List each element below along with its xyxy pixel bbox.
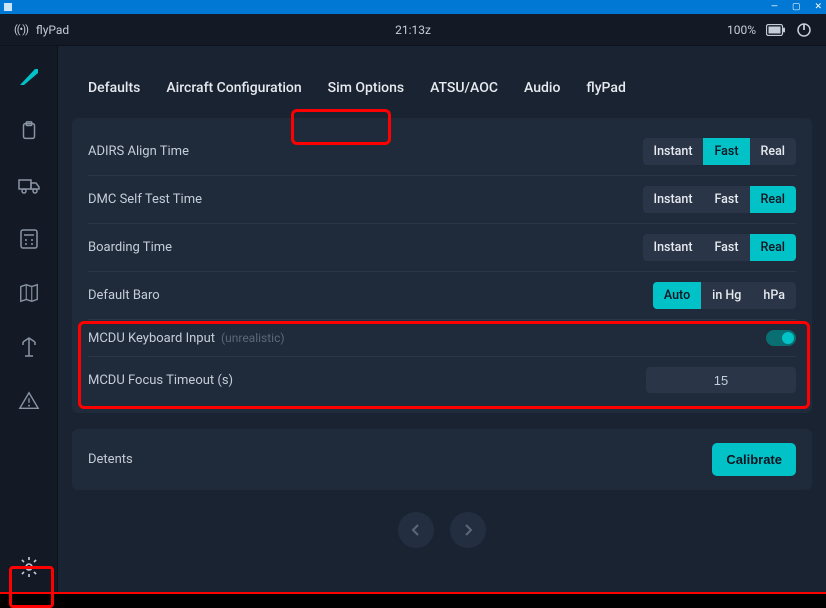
adirs-real[interactable]: Real	[750, 138, 797, 165]
clock: 21:13z	[395, 23, 431, 37]
mcdu-kb-hint: (unrealistic)	[221, 331, 285, 345]
tab-atsu-aoc[interactable]: ATSU/AOC	[420, 72, 508, 104]
tab-audio[interactable]: Audio	[514, 72, 570, 104]
gear-icon[interactable]	[16, 554, 42, 580]
tab-aircraft-config[interactable]: Aircraft Configuration	[156, 72, 311, 104]
settings-content: ADIRS Align Time Instant Fast Real DMC S…	[72, 118, 812, 413]
main-panel: Defaults Aircraft Configuration Sim Opti…	[58, 46, 826, 594]
tab-defaults[interactable]: Defaults	[78, 72, 150, 104]
app-title: flyPad	[36, 23, 69, 37]
baro-inhg[interactable]: in Hg	[701, 282, 752, 309]
row-mcdu-keyboard: MCDU Keyboard Input (unrealistic)	[88, 320, 796, 357]
mcdu-kb-toggle[interactable]	[766, 330, 796, 346]
battery-percent: 100%	[727, 23, 756, 37]
pager-prev[interactable]	[398, 512, 434, 548]
tab-flypad[interactable]: flyPad	[576, 72, 635, 104]
minimize-button[interactable]: —	[771, 3, 778, 12]
row-baro: Default Baro Auto in Hg hPa	[88, 272, 796, 320]
mcdu-kb-label: MCDU Keyboard Input (unrealistic)	[88, 331, 285, 346]
pager-next[interactable]	[450, 512, 486, 548]
power-icon[interactable]	[796, 22, 812, 38]
dmc-label: DMC Self Test Time	[88, 192, 202, 207]
boarding-label: Boarding Time	[88, 240, 172, 255]
mcdu-timeout-input[interactable]	[646, 367, 796, 393]
adirs-instant[interactable]: Instant	[643, 138, 704, 165]
pager	[72, 512, 812, 548]
app-icon	[4, 3, 12, 11]
calibrate-button[interactable]: Calibrate	[712, 443, 796, 476]
baro-auto[interactable]: Auto	[653, 282, 701, 309]
clipboard-icon[interactable]	[16, 118, 42, 144]
tab-sim-options[interactable]: Sim Options	[318, 72, 414, 104]
window-controls: — ▢ ✕	[771, 3, 822, 12]
dmc-real[interactable]: Real	[750, 186, 797, 213]
tail-icon[interactable]	[16, 64, 42, 90]
row-adirs: ADIRS Align Time Instant Fast Real	[88, 128, 796, 176]
detents-block: Detents Calibrate	[72, 429, 812, 490]
calculator-icon[interactable]	[16, 226, 42, 252]
os-titlebar: — ▢ ✕	[0, 0, 826, 14]
sidebar	[0, 46, 58, 594]
board-fast[interactable]: Fast	[703, 234, 749, 261]
mcdu-to-label: MCDU Focus Timeout (s)	[88, 373, 233, 388]
dmc-instant[interactable]: Instant	[643, 186, 704, 213]
boarding-pills: Instant Fast Real	[643, 234, 796, 261]
row-boarding: Boarding Time Instant Fast Real	[88, 224, 796, 272]
close-button[interactable]: ✕	[814, 3, 822, 12]
battery-icon	[766, 24, 786, 36]
board-instant[interactable]: Instant	[643, 234, 704, 261]
baro-label: Default Baro	[88, 288, 160, 303]
row-dmc: DMC Self Test Time Instant Fast Real	[88, 176, 796, 224]
adirs-pills: Instant Fast Real	[643, 138, 796, 165]
dmc-pills: Instant Fast Real	[643, 186, 796, 213]
tabs: Defaults Aircraft Configuration Sim Opti…	[72, 64, 812, 112]
adirs-fast[interactable]: Fast	[703, 138, 749, 165]
adirs-label: ADIRS Align Time	[88, 144, 189, 159]
maximize-button[interactable]: ▢	[792, 3, 801, 12]
signal-icon: ((•))	[14, 23, 28, 36]
atc-tower-icon[interactable]	[16, 334, 42, 360]
flypad-app: ((•)) flyPad 21:13z 100%	[0, 14, 826, 594]
detents-label: Detents	[88, 452, 133, 467]
map-icon[interactable]	[16, 280, 42, 306]
warning-icon[interactable]	[16, 388, 42, 414]
app-header: ((•)) flyPad 21:13z 100%	[0, 14, 826, 46]
titlebar-left	[4, 3, 12, 11]
mcdu-kb-text: MCDU Keyboard Input	[88, 331, 215, 346]
baro-hpa[interactable]: hPa	[752, 282, 796, 309]
row-mcdu-timeout: MCDU Focus Timeout (s)	[88, 357, 796, 403]
dmc-fast[interactable]: Fast	[703, 186, 749, 213]
board-real[interactable]: Real	[750, 234, 797, 261]
baro-pills: Auto in Hg hPa	[653, 282, 796, 309]
truck-icon[interactable]	[16, 172, 42, 198]
